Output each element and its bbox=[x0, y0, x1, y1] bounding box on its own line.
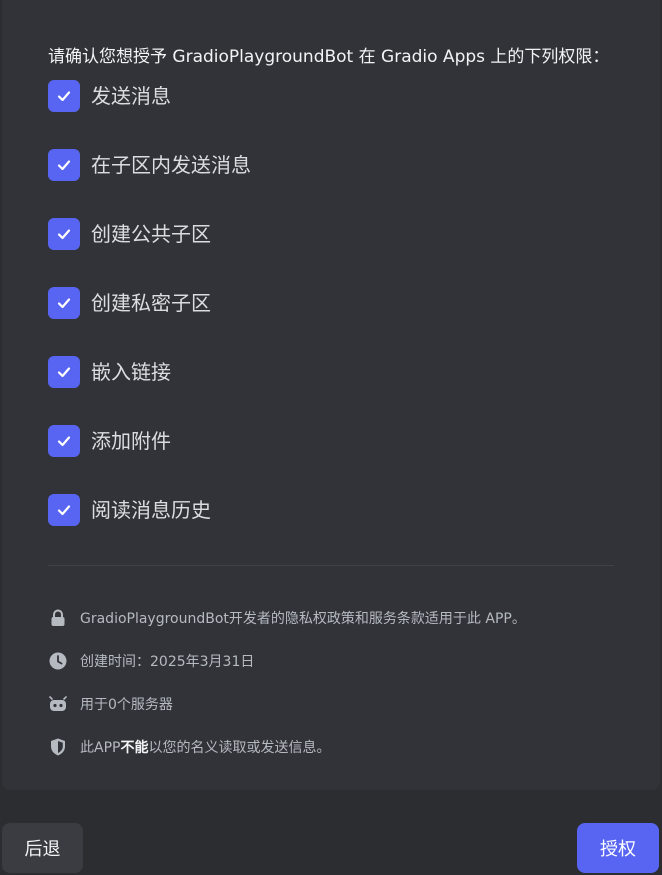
permission-label: 创建公共子区 bbox=[91, 222, 211, 246]
info-safety: 此APP不能以您的名义读取或发送信息。 bbox=[48, 725, 614, 768]
checkbox-checked[interactable] bbox=[48, 218, 80, 250]
permission-label: 嵌入链接 bbox=[91, 360, 171, 384]
permission-item-attach-files[interactable]: 添加附件 bbox=[48, 425, 614, 494]
permission-card: 请确认您想授予 GradioPlaygroundBot 在 Gradio App… bbox=[2, 0, 660, 790]
bot-icon bbox=[48, 694, 68, 714]
check-icon bbox=[57, 505, 71, 516]
created-text: 创建时间：2025年3月31日 bbox=[80, 653, 255, 670]
permission-item-read-history[interactable]: 阅读消息历史 bbox=[48, 494, 614, 563]
info-privacy: GradioPlaygroundBot开发者的隐私权政策和服务条款适用于此 AP… bbox=[48, 596, 614, 639]
permission-item-embed-links[interactable]: 嵌入链接 bbox=[48, 356, 614, 425]
check-icon bbox=[57, 91, 71, 102]
permission-item-create-public-threads[interactable]: 创建公共子区 bbox=[48, 218, 614, 287]
check-icon bbox=[57, 160, 71, 171]
back-button[interactable]: 后退 bbox=[2, 823, 83, 873]
permission-list: 发送消息 在子区内发送消息 创建公共子区 创建私密子区 嵌入链接 添加附件 阅读… bbox=[48, 80, 614, 563]
clock-icon bbox=[48, 651, 68, 671]
check-icon bbox=[57, 229, 71, 240]
permission-item-send-in-threads[interactable]: 在子区内发送消息 bbox=[48, 149, 614, 218]
app-info-list: GradioPlaygroundBot开发者的隐私权政策和服务条款适用于此 AP… bbox=[48, 596, 614, 768]
authorize-button[interactable]: 授权 bbox=[577, 823, 659, 873]
permission-heading: 请确认您想授予 GradioPlaygroundBot 在 Gradio App… bbox=[48, 47, 610, 67]
check-icon bbox=[57, 367, 71, 378]
checkbox-checked[interactable] bbox=[48, 494, 80, 526]
checkbox-checked[interactable] bbox=[48, 425, 80, 457]
permission-label: 在子区内发送消息 bbox=[91, 153, 251, 177]
checkbox-checked[interactable] bbox=[48, 287, 80, 319]
servers-text: 用于0个服务器 bbox=[80, 696, 173, 713]
checkbox-checked[interactable] bbox=[48, 80, 80, 112]
permission-label: 发送消息 bbox=[91, 84, 171, 108]
permission-label: 阅读消息历史 bbox=[91, 498, 211, 522]
check-icon bbox=[57, 298, 71, 309]
checkbox-checked[interactable] bbox=[48, 356, 80, 388]
permission-label: 创建私密子区 bbox=[91, 291, 211, 315]
checkbox-checked[interactable] bbox=[48, 149, 80, 181]
info-created: 创建时间：2025年3月31日 bbox=[48, 639, 614, 682]
permission-item-create-private-threads[interactable]: 创建私密子区 bbox=[48, 287, 614, 356]
permission-item-send-messages[interactable]: 发送消息 bbox=[48, 80, 614, 149]
privacy-text: GradioPlaygroundBot开发者的隐私权政策和服务条款适用于此 AP… bbox=[80, 610, 526, 627]
lock-icon bbox=[48, 608, 68, 628]
shield-icon bbox=[48, 737, 68, 757]
divider bbox=[48, 565, 614, 566]
check-icon bbox=[57, 436, 71, 447]
safety-emphasis: 不能 bbox=[120, 739, 149, 756]
info-servers: 用于0个服务器 bbox=[48, 682, 614, 725]
permission-label: 添加附件 bbox=[91, 429, 171, 453]
safety-text: 此APP不能以您的名义读取或发送信息。 bbox=[80, 739, 331, 756]
